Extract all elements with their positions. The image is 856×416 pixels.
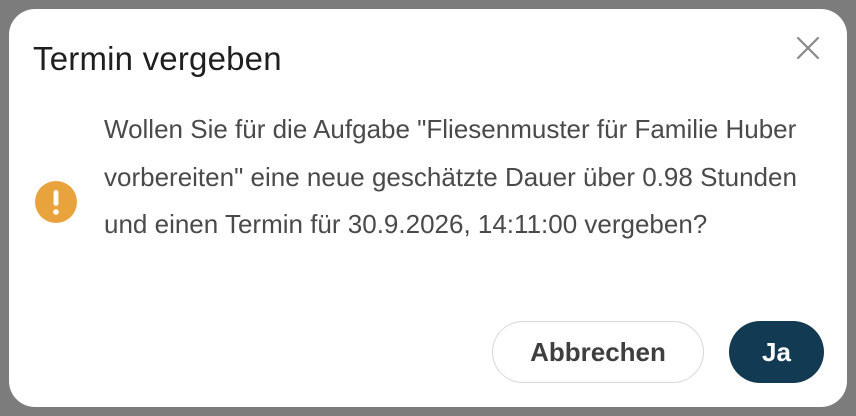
confirm-button[interactable]: Ja: [729, 321, 824, 383]
exclamation-circle-icon: [35, 181, 77, 223]
confirm-dialog: Termin vergeben Wollen Sie für die Aufga…: [9, 9, 847, 407]
dialog-message: Wollen Sie für die Aufgabe "Fliesenmuste…: [104, 114, 797, 239]
close-icon: [796, 36, 820, 60]
dialog-title: Termin vergeben: [33, 40, 282, 77]
close-button[interactable]: [793, 33, 823, 63]
cancel-button[interactable]: Abbrechen: [492, 321, 704, 383]
